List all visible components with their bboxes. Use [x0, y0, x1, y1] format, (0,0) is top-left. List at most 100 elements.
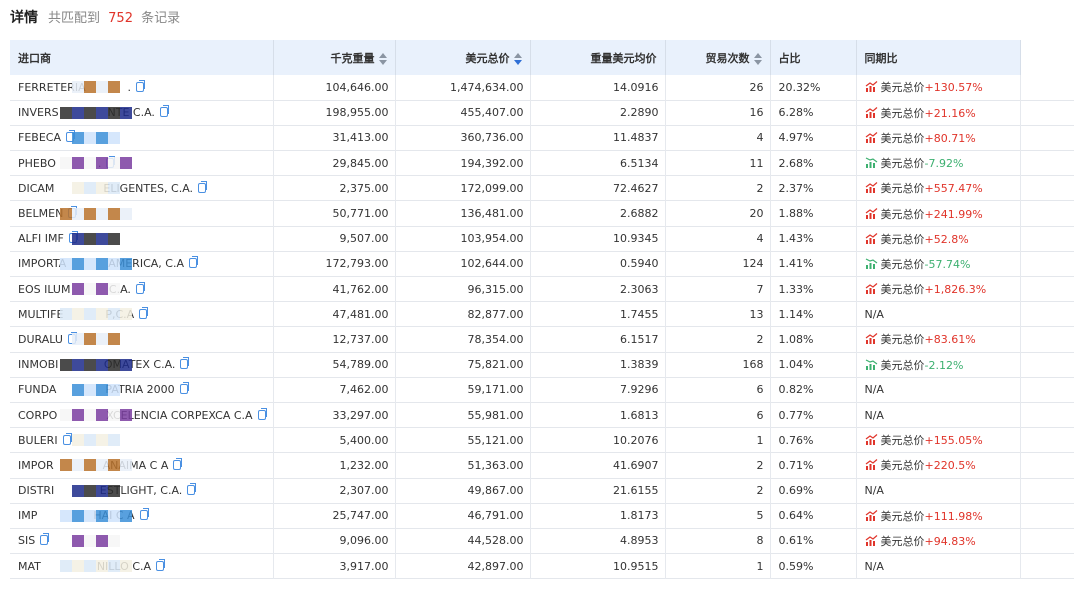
importer-name-cell[interactable]: IMP HAI C A — [10, 503, 274, 529]
copy-icon[interactable] — [180, 357, 190, 370]
yoy-value: +83.61% — [924, 333, 976, 347]
mosaic-block — [108, 283, 120, 296]
copy-icon[interactable] — [188, 256, 198, 269]
importer-name-cell[interactable]: IMPORTA AMERICA, C.A — [10, 251, 274, 277]
column-header-usd-total[interactable]: 美元总价 — [395, 40, 531, 75]
usd-total-cell: 55,121.00 — [395, 427, 531, 453]
copy-icon[interactable] — [139, 306, 149, 319]
importer-name-cell[interactable]: IMPOR ANAIMA C A — [10, 452, 274, 478]
mosaic-block — [108, 182, 120, 195]
copy-icon[interactable] — [257, 407, 267, 420]
importer-name-cell[interactable]: MULTIFE P,C.A — [10, 301, 274, 327]
yoy-value: N/A — [864, 408, 884, 422]
importer-name-cell[interactable]: SIS — [10, 528, 274, 554]
table-row[interactable]: DICAM ELIGENTES, C.A. 2,375.00 172,099.0… — [10, 175, 1074, 201]
copy-icon[interactable] — [173, 457, 183, 470]
table-row[interactable]: EOS ILUM C.A. 41,762.00 96,315.00 2.3063… — [10, 276, 1074, 302]
copy-icon[interactable] — [159, 105, 169, 118]
table-row[interactable]: PHEBO . 29,845.00 194,392.00 6.5134 11 2… — [10, 150, 1074, 176]
importer-name-cell[interactable]: CORPO XCELENCIA CORPEXCA C.A — [10, 402, 274, 428]
importer-name-cell[interactable]: ALFI IMF — [10, 226, 274, 252]
mosaic-block — [96, 409, 108, 422]
copy-icon[interactable] — [135, 281, 145, 294]
copy-icon[interactable] — [187, 483, 197, 496]
usd-total-cell: 55,981.00 — [395, 402, 531, 428]
mosaic-block — [84, 509, 96, 522]
importer-name[interactable]: FEBECA — [18, 131, 61, 144]
mosaic-block — [72, 459, 84, 472]
importer-name-cell[interactable]: BULERI — [10, 427, 274, 453]
importer-name-cell[interactable]: EOS ILUM C.A. — [10, 276, 274, 302]
importer-name[interactable]: SIS — [18, 534, 35, 547]
table-row[interactable]: FERRETERIA . 104,646.00 1,474,634.00 14.… — [10, 75, 1074, 101]
importer-name[interactable]: BELMEN — [18, 207, 63, 220]
sort-icon[interactable] — [753, 52, 762, 65]
copy-icon[interactable] — [40, 533, 50, 546]
importer-name-cell[interactable]: MAT NILLO C.A — [10, 553, 274, 579]
column-header-weight-kg[interactable]: 千克重量 — [273, 40, 396, 75]
filler-cell — [1020, 151, 1074, 176]
avg-price-cell: 41.6907 — [530, 452, 666, 478]
table-row[interactable]: FUNDA PATRIA 2000 7,462.00 59,171.00 7.9… — [10, 377, 1074, 403]
importer-name-cell[interactable]: DISTRI ESTLIGHT, C.A. — [10, 478, 274, 504]
table-row[interactable]: INMOBI OMATEX C.A. 54,789.00 75,821.00 1… — [10, 352, 1074, 378]
importer-name-cell[interactable]: BELMEN — [10, 200, 274, 227]
sort-icon[interactable] — [378, 52, 387, 65]
importer-name-cell[interactable]: DICAM ELIGENTES, C.A. — [10, 175, 274, 201]
trade-count-cell: 4 — [665, 125, 771, 151]
table-row[interactable]: MAT NILLO C.A 3,917.00 42,897.00 10.9515… — [10, 553, 1074, 579]
privacy-mosaic — [60, 353, 132, 377]
copy-icon[interactable] — [179, 382, 189, 395]
importer-name-cell[interactable]: FEBECA — [10, 125, 274, 151]
weight-cell: 29,845.00 — [273, 150, 396, 176]
copy-icon[interactable] — [139, 508, 149, 521]
importer-name[interactable]: BULERI — [18, 434, 58, 447]
share-cell: 1.41% — [770, 251, 857, 277]
filler-cell — [1020, 352, 1074, 377]
importer-name-cell[interactable]: FERRETERIA . — [10, 75, 274, 101]
table-row[interactable]: ALFI IMF 9,507.00 103,954.00 10.9345 4 1… — [10, 226, 1074, 252]
importer-name-cell[interactable]: PHEBO . — [10, 150, 274, 176]
privacy-mosaic — [60, 302, 132, 326]
importer-name-cell[interactable]: INMOBI OMATEX C.A. — [10, 352, 274, 378]
table-row[interactable]: IMP HAI C A 25,747.00 46,791.00 1.8173 5… — [10, 503, 1074, 529]
yoy-value: +155.05% — [924, 434, 983, 448]
table-row[interactable]: DISTRI ESTLIGHT, C.A. 2,307.00 49,867.00… — [10, 478, 1074, 504]
trade-count-cell: 16 — [665, 100, 771, 126]
importer-name[interactable]: ALFI IMF — [18, 232, 64, 245]
trend-up-icon — [865, 207, 877, 219]
avg-price-cell: 72.4627 — [530, 175, 666, 201]
mosaic-block — [84, 383, 96, 396]
table-row[interactable]: FEBECA 31,413.00 360,736.00 11.4837 4 4.… — [10, 125, 1074, 151]
yoy-metric-label: 美元总价 — [880, 106, 925, 120]
table-row[interactable]: INVERS NTE C.A. 198,955.00 455,407.00 2.… — [10, 100, 1074, 126]
copy-icon[interactable] — [62, 432, 72, 445]
yoy-value: N/A — [864, 484, 884, 498]
yoy-cell: 美元总价+111.98% — [856, 503, 1021, 529]
privacy-mosaic — [60, 453, 132, 477]
table-row[interactable]: BULERI 5,400.00 55,121.00 10.2076 1 0.76… — [10, 427, 1074, 453]
table-row[interactable]: SIS 9,096.00 44,528.00 4.8953 8 0.61% 美元… — [10, 528, 1074, 554]
importer-name[interactable]: CORPO XCELENCIA CORPEXCA C.A — [18, 409, 253, 422]
importer-name-cell[interactable]: INVERS NTE C.A. — [10, 100, 274, 126]
table-row[interactable]: IMPOR ANAIMA C A 1,232.00 51,363.00 41.6… — [10, 452, 1074, 478]
mosaic-block — [84, 459, 96, 472]
table-row[interactable]: DURALU 12,737.00 78,354.00 6.1517 2 1.08… — [10, 326, 1074, 353]
copy-icon[interactable] — [156, 558, 166, 571]
usd-total-cell: 82,877.00 — [395, 301, 531, 327]
mosaic-block — [120, 207, 132, 220]
column-header-trade-count[interactable]: 贸易次数 — [665, 40, 771, 75]
filler-cell — [1020, 554, 1074, 579]
table-row[interactable]: BELMEN 50,771.00 136,481.00 2.6882 20 1.… — [10, 200, 1074, 227]
importer-name-cell[interactable]: FUNDA PATRIA 2000 — [10, 377, 274, 403]
sort-icon[interactable] — [513, 52, 522, 65]
importer-name-cell[interactable]: DURALU — [10, 326, 274, 353]
table-row[interactable]: MULTIFE P,C.A 47,481.00 82,877.00 1.7455… — [10, 301, 1074, 327]
table-row[interactable]: IMPORTA AMERICA, C.A 172,793.00 102,644.… — [10, 251, 1074, 277]
share-cell: 2.37% — [770, 175, 857, 201]
table-row[interactable]: CORPO XCELENCIA CORPEXCA C.A 33,297.00 5… — [10, 402, 1074, 428]
usd-total-cell: 75,821.00 — [395, 352, 531, 378]
importer-name[interactable]: DURALU — [18, 333, 63, 346]
copy-icon[interactable] — [198, 180, 208, 193]
copy-icon[interactable] — [136, 79, 146, 92]
